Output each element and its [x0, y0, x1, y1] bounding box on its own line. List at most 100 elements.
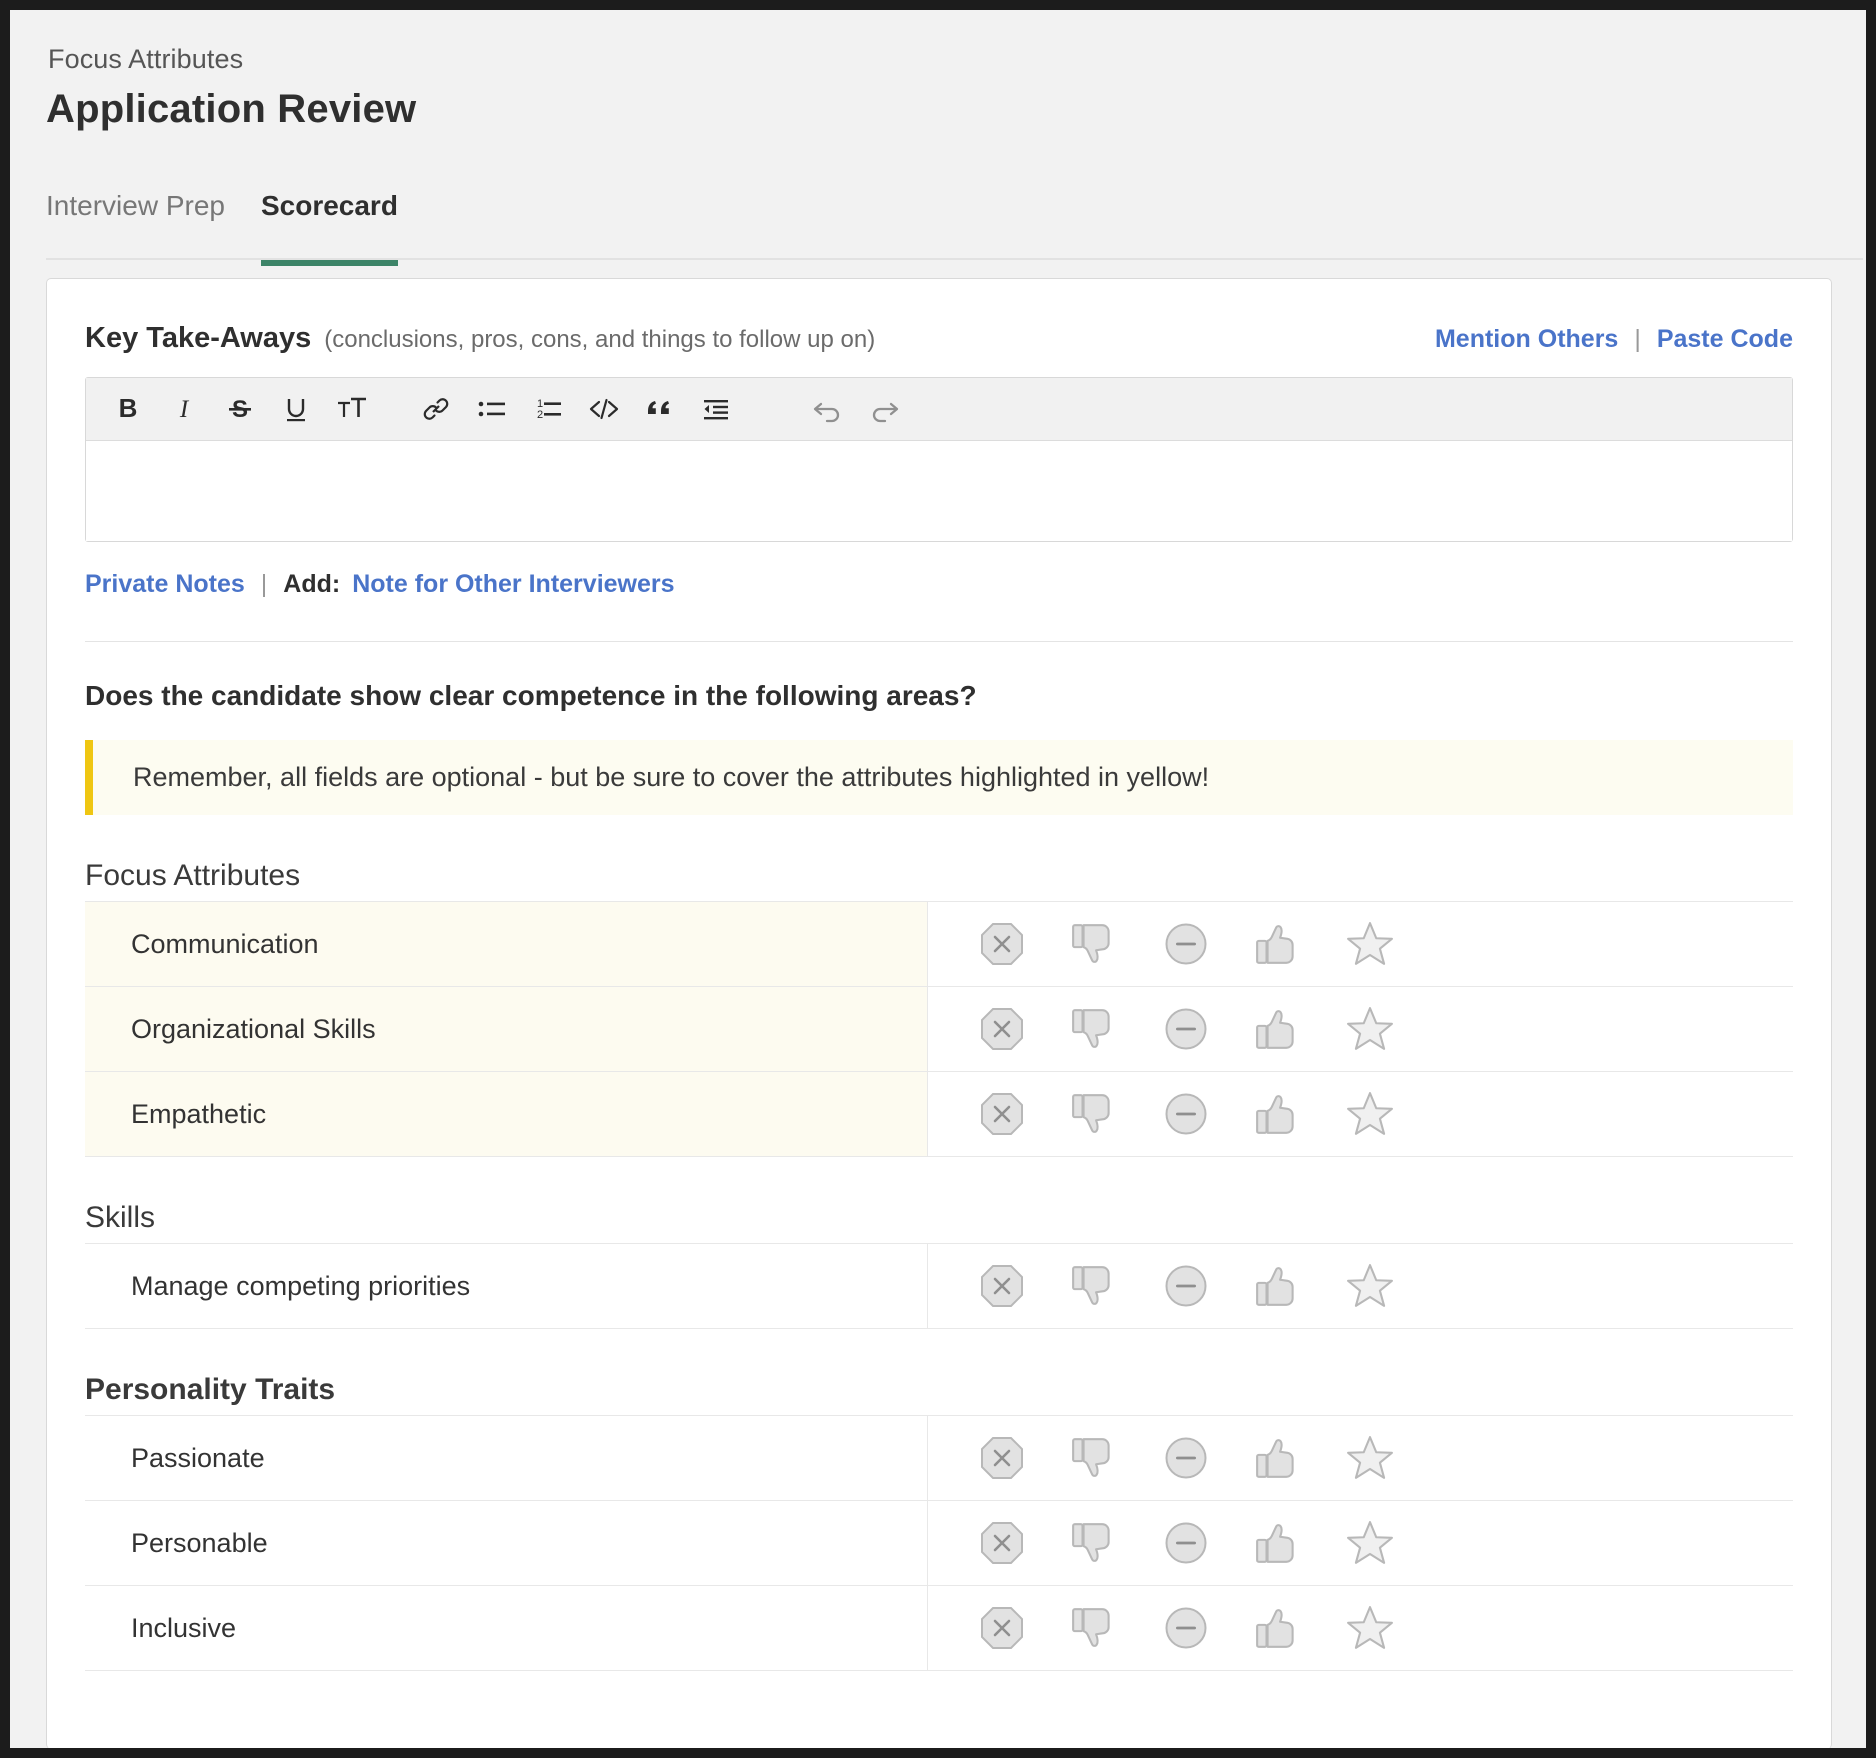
- numbered-list-icon[interactable]: 1 2: [524, 385, 572, 433]
- key-takeaways-subtitle: (conclusions, pros, cons, and things to …: [324, 326, 876, 353]
- key-takeaways-title: Key Take-Aways: [85, 322, 312, 354]
- svg-text:B: B: [119, 395, 138, 423]
- breadcrumb: Focus Attributes: [48, 44, 244, 74]
- strikethrough-icon[interactable]: S: [216, 385, 264, 433]
- rating-thumbs-up-icon[interactable]: [1232, 1604, 1324, 1652]
- rating-star-icon[interactable]: [1324, 1090, 1416, 1138]
- rating-strong-no-icon[interactable]: [956, 1092, 1048, 1136]
- table-row: Organizational Skills: [85, 987, 1793, 1072]
- tab-scorecard[interactable]: Scorecard: [260, 190, 398, 266]
- rating-star-icon[interactable]: [1324, 1604, 1416, 1652]
- rating-thumbs-down-icon[interactable]: [1048, 1090, 1140, 1138]
- rating-neutral-icon[interactable]: [1140, 1092, 1232, 1136]
- rating-strong-no-icon[interactable]: [956, 1007, 1048, 1051]
- rating-neutral-icon[interactable]: [1140, 1606, 1232, 1650]
- note-for-other-interviewers-link[interactable]: Note for Other Interviewers: [352, 570, 674, 599]
- page-title: Application Review: [46, 87, 417, 131]
- mention-others-link[interactable]: Mention Others: [1435, 325, 1618, 354]
- rating-thumbs-up-icon[interactable]: [1232, 1262, 1324, 1310]
- attribute-label: Passionate: [85, 1416, 928, 1500]
- italic-icon[interactable]: I: [160, 385, 208, 433]
- attribute-label: Organizational Skills: [85, 987, 928, 1071]
- rating-group: [928, 1586, 1793, 1670]
- rating-neutral-icon[interactable]: [1140, 1521, 1232, 1565]
- callout-text: Remember, all fields are optional - but …: [133, 762, 1210, 792]
- rating-thumbs-up-icon[interactable]: [1232, 1519, 1324, 1567]
- link-separator: |: [1634, 325, 1641, 353]
- scorecard-card: Key Take-Aways (conclusions, pros, cons,…: [46, 278, 1832, 1748]
- code-icon[interactable]: [580, 385, 628, 433]
- undo-icon[interactable]: [804, 385, 852, 433]
- key-takeaways-input[interactable]: [86, 441, 1792, 541]
- bulleted-list-icon[interactable]: [468, 385, 516, 433]
- rating-star-icon[interactable]: [1324, 920, 1416, 968]
- rating-thumbs-down-icon[interactable]: [1048, 1434, 1140, 1482]
- section-divider: [85, 641, 1793, 642]
- rating-thumbs-down-icon[interactable]: [1048, 1262, 1140, 1310]
- attribute-sections: Focus Attributes Communication Organizatio…: [85, 859, 1793, 1671]
- rating-thumbs-up-icon[interactable]: [1232, 1005, 1324, 1053]
- rating-strong-no-icon[interactable]: [956, 922, 1048, 966]
- rating-strong-no-icon[interactable]: [956, 1521, 1048, 1565]
- paste-code-link[interactable]: Paste Code: [1657, 325, 1793, 354]
- rating-neutral-icon[interactable]: [1140, 1436, 1232, 1480]
- competence-question: Does the candidate show clear competence…: [85, 680, 977, 711]
- attribute-label: Manage competing priorities: [85, 1244, 928, 1328]
- rating-thumbs-up-icon[interactable]: [1232, 1434, 1324, 1482]
- rating-strong-no-icon[interactable]: [956, 1606, 1048, 1650]
- link-icon[interactable]: [412, 385, 460, 433]
- attribute-table: Manage competing priorities: [85, 1243, 1793, 1329]
- svg-text:2: 2: [537, 409, 543, 421]
- rating-strong-no-icon[interactable]: [956, 1436, 1048, 1480]
- attribute-label: Empathetic: [85, 1072, 928, 1156]
- section-title: Skills: [85, 1201, 156, 1234]
- rating-star-icon[interactable]: [1324, 1434, 1416, 1482]
- rating-thumbs-down-icon[interactable]: [1048, 1604, 1140, 1652]
- key-takeaways-actions: Mention Others | Paste Code: [1435, 325, 1793, 354]
- attribute-label: Inclusive: [85, 1586, 928, 1670]
- section-title: Focus Attributes: [85, 859, 301, 892]
- app-screen: Focus Attributes Application Review Inte…: [10, 10, 1866, 1748]
- table-row: Inclusive: [85, 1586, 1793, 1671]
- rating-star-icon[interactable]: [1324, 1005, 1416, 1053]
- private-notes-link[interactable]: Private Notes: [85, 570, 245, 599]
- optional-fields-callout: Remember, all fields are optional - but …: [85, 740, 1793, 815]
- notes-actions: Private Notes | Add: Note for Other Inte…: [85, 570, 1793, 599]
- rating-thumbs-down-icon[interactable]: [1048, 1005, 1140, 1053]
- rating-group: [928, 1244, 1793, 1328]
- rating-star-icon[interactable]: [1324, 1262, 1416, 1310]
- rating-neutral-icon[interactable]: [1140, 1264, 1232, 1308]
- rating-group: [928, 987, 1793, 1071]
- svg-text:I: I: [179, 396, 190, 423]
- editor-toolbar: B I S 1 2: [86, 378, 1792, 441]
- rating-neutral-icon[interactable]: [1140, 922, 1232, 966]
- bold-icon[interactable]: B: [104, 385, 152, 433]
- notes-separator: |: [260, 570, 268, 598]
- redo-icon[interactable]: [860, 385, 908, 433]
- rating-thumbs-down-icon[interactable]: [1048, 920, 1140, 968]
- attribute-table: Passionate Personable Inclusive: [85, 1415, 1793, 1671]
- indent-icon[interactable]: [692, 385, 740, 433]
- rating-group: [928, 1416, 1793, 1500]
- rating-group: [928, 1501, 1793, 1585]
- rating-group: [928, 1072, 1793, 1156]
- rating-group: [928, 902, 1793, 986]
- table-row: Manage competing priorities: [85, 1244, 1793, 1329]
- table-row: Personable: [85, 1501, 1793, 1586]
- underline-icon[interactable]: [272, 385, 320, 433]
- rating-neutral-icon[interactable]: [1140, 1007, 1232, 1051]
- rating-strong-no-icon[interactable]: [956, 1264, 1048, 1308]
- font-size-icon[interactable]: [328, 385, 376, 433]
- rating-thumbs-up-icon[interactable]: [1232, 1090, 1324, 1138]
- rating-thumbs-down-icon[interactable]: [1048, 1519, 1140, 1567]
- attribute-label: Personable: [85, 1501, 928, 1585]
- rating-star-icon[interactable]: [1324, 1519, 1416, 1567]
- blockquote-icon[interactable]: [636, 385, 684, 433]
- tab-interview-prep[interactable]: Interview Prep: [46, 190, 225, 266]
- header-divider: [46, 258, 1863, 260]
- tab-bar: Interview Prep Scorecard: [46, 190, 398, 266]
- attribute-table: Communication Organizational Skills Empath…: [85, 901, 1793, 1157]
- table-row: Passionate: [85, 1416, 1793, 1501]
- table-row: Empathetic: [85, 1072, 1793, 1157]
- rating-thumbs-up-icon[interactable]: [1232, 920, 1324, 968]
